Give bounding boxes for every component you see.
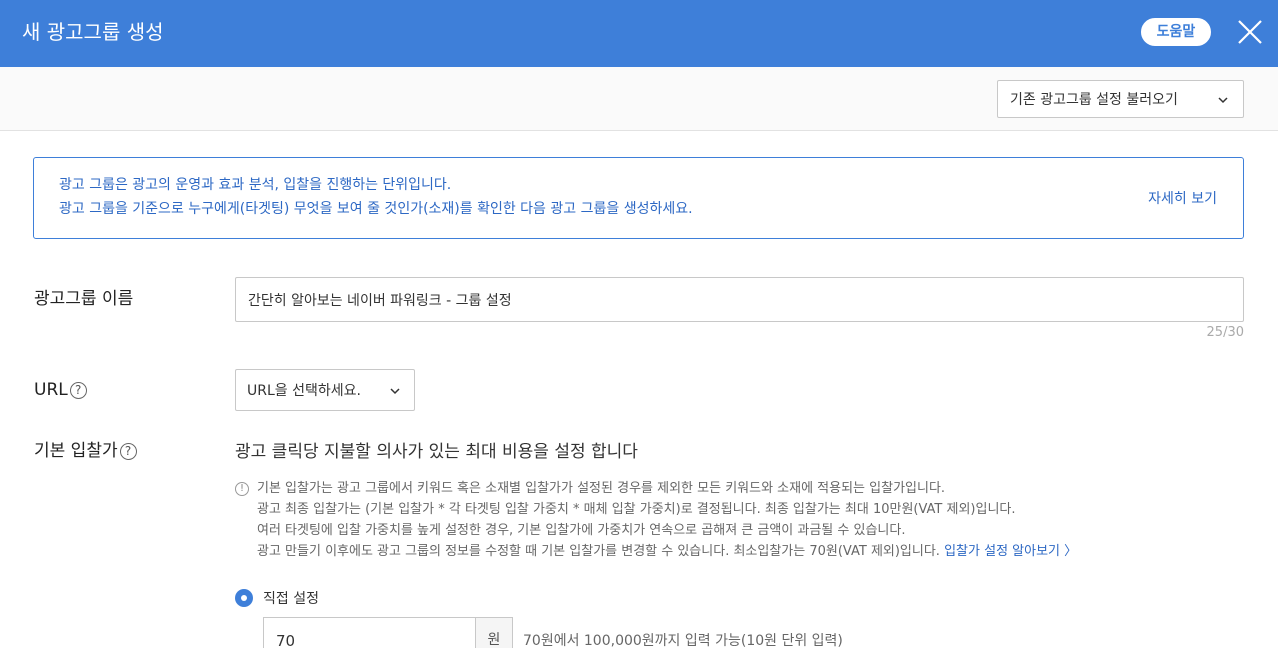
question-circle-icon[interactable]: ?	[69, 381, 87, 399]
chevron-down-icon	[1218, 97, 1228, 104]
bid-settings-guide-link[interactable]: 입찰가 설정 알아보기 〉	[944, 544, 1077, 559]
modal-header: 새 광고그룹 생성 도움말	[0, 0, 1278, 67]
group-name-label: 광고그룹 이름	[34, 287, 133, 311]
toolbar: 기존 광고그룹 설정 불러오기	[0, 67, 1278, 131]
group-name-input[interactable]	[235, 277, 1244, 322]
notice-line-4-text: 광고 만들기 이후에도 광고 그룹의 정보를 수정할 때 기본 입찰가를 변경할…	[257, 544, 940, 559]
notice-line-3: 여러 타겟팅에 입찰 가중치를 높게 설정한 경우, 기본 입찰가에 가중치가 …	[257, 523, 906, 538]
manual-bid-radio[interactable]: 직접 설정	[235, 588, 319, 608]
info-box: 광고 그룹은 광고의 운영과 효과 분석, 입찰을 진행하는 단위입니다. 광고…	[33, 157, 1244, 239]
char-counter: 25/30	[1206, 325, 1244, 340]
group-name-label-text: 광고그룹 이름	[34, 289, 134, 309]
manual-bid-radio-label: 직접 설정	[263, 591, 319, 607]
modal-title: 새 광고그룹 생성	[22, 20, 164, 44]
close-icon[interactable]	[1234, 16, 1266, 48]
url-label: URL ?	[34, 378, 87, 402]
default-bid-label-text: 기본 입찰가	[34, 441, 118, 461]
load-existing-settings-label: 기존 광고그룹 설정 불러오기	[1010, 92, 1178, 108]
learn-more-link[interactable]: 자세히 보기	[1148, 188, 1217, 208]
bid-range-hint: 70원에서 100,000원까지 입력 가능(10원 단위 입력)	[523, 633, 843, 648]
bid-headline: 광고 클릭당 지불할 의사가 있는 최대 비용을 설정 합니다	[235, 442, 638, 462]
default-bid-label: 기본 입찰가 ?	[34, 439, 137, 463]
notice-line-2: 광고 최종 입찰가는 (기본 입찰가 * 각 타겟팅 입찰 가중치 * 매체 입…	[257, 502, 1016, 517]
url-select-value: URL을 선택하세요.	[247, 383, 361, 399]
notice-line-1: 기본 입찰가는 광고 그룹에서 키워드 혹은 소재별 입찰가가 설정된 경우를 …	[257, 481, 946, 496]
notice-line-4: 광고 만들기 이후에도 광고 그룹의 정보를 수정할 때 기본 입찰가를 변경할…	[235, 541, 1077, 562]
help-button[interactable]: 도움말	[1141, 18, 1211, 46]
currency-unit: 원	[475, 617, 513, 648]
url-label-text: URL	[34, 380, 68, 400]
load-existing-settings-dropdown[interactable]: 기존 광고그룹 설정 불러오기	[997, 80, 1244, 118]
bid-notice: ! 기본 입찰가는 광고 그룹에서 키워드 혹은 소재별 입찰가가 설정된 경우…	[235, 478, 1077, 562]
question-circle-icon[interactable]: ?	[119, 442, 137, 460]
chevron-down-icon	[390, 388, 400, 395]
url-select[interactable]: URL을 선택하세요.	[235, 369, 415, 411]
info-line-2: 광고 그룹을 기준으로 누구에게(타겟팅) 무엇을 보여 줄 것인가(소재)를 …	[59, 201, 693, 217]
radio-selected-icon[interactable]	[235, 589, 253, 607]
exclamation-circle-icon: !	[235, 482, 249, 496]
bid-amount-input[interactable]	[263, 617, 475, 648]
info-line-1: 광고 그룹은 광고의 운영과 효과 분석, 입찰을 진행하는 단위입니다.	[59, 177, 452, 193]
